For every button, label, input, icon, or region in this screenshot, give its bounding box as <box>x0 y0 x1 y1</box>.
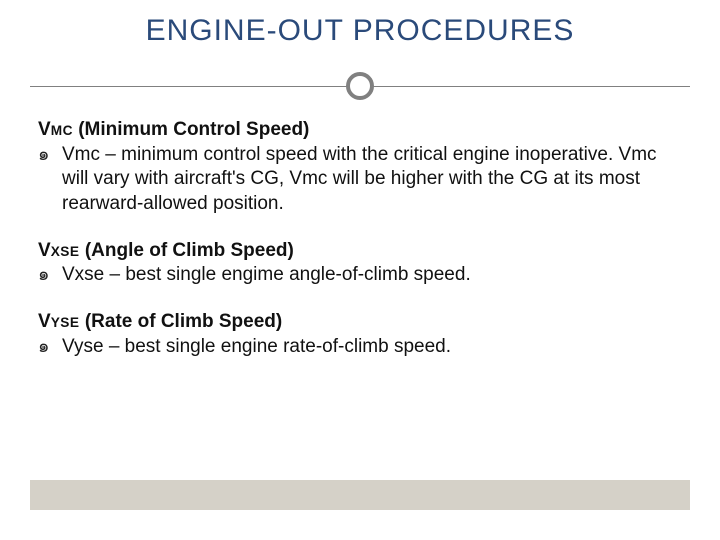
section-heading: VYSE (Rate of Climb Speed) <box>38 310 682 335</box>
slide: ENGINE-OUT PROCEDURES VMC (Minimum Contr… <box>0 0 720 540</box>
section-vmc: VMC (Minimum Control Speed) ๑ Vmc – mini… <box>38 118 682 217</box>
bullet-item: ๑ Vmc – minimum control speed with the c… <box>38 143 682 217</box>
heading-prefix: V <box>38 311 51 332</box>
divider <box>30 72 690 102</box>
section-vxse: VXSE (Angle of Climb Speed) ๑ Vxse – bes… <box>38 239 682 288</box>
bullet-marker-icon: ๑ <box>38 263 49 286</box>
heading-rest: (Rate of Climb Speed) <box>80 311 283 332</box>
footer-band <box>30 480 690 510</box>
section-heading: VXSE (Angle of Climb Speed) <box>38 239 682 264</box>
heading-subscript: XSE <box>51 244 80 259</box>
bullet-marker-icon: ๑ <box>38 335 49 358</box>
divider-circle-icon <box>346 72 374 100</box>
bullet-text: Vmc – minimum control speed with the cri… <box>62 144 657 214</box>
bullet-item: ๑ Vxse – best single engime angle-of-cli… <box>38 263 682 288</box>
heading-rest: (Minimum Control Speed) <box>73 119 309 140</box>
bullet-text: Vyse – best single engine rate-of-climb … <box>62 336 451 357</box>
content-area: VMC (Minimum Control Speed) ๑ Vmc – mini… <box>38 118 682 382</box>
heading-prefix: V <box>38 240 51 261</box>
slide-title: ENGINE-OUT PROCEDURES <box>0 14 720 48</box>
section-vyse: VYSE (Rate of Climb Speed) ๑ Vyse – best… <box>38 310 682 359</box>
bullet-marker-icon: ๑ <box>38 143 49 166</box>
heading-subscript: YSE <box>51 315 80 330</box>
section-heading: VMC (Minimum Control Speed) <box>38 118 682 143</box>
heading-subscript: MC <box>51 123 73 138</box>
bullet-item: ๑ Vyse – best single engine rate-of-clim… <box>38 335 682 360</box>
heading-prefix: V <box>38 119 51 140</box>
bullet-text: Vxse – best single engime angle-of-climb… <box>62 264 471 285</box>
heading-rest: (Angle of Climb Speed) <box>80 240 294 261</box>
